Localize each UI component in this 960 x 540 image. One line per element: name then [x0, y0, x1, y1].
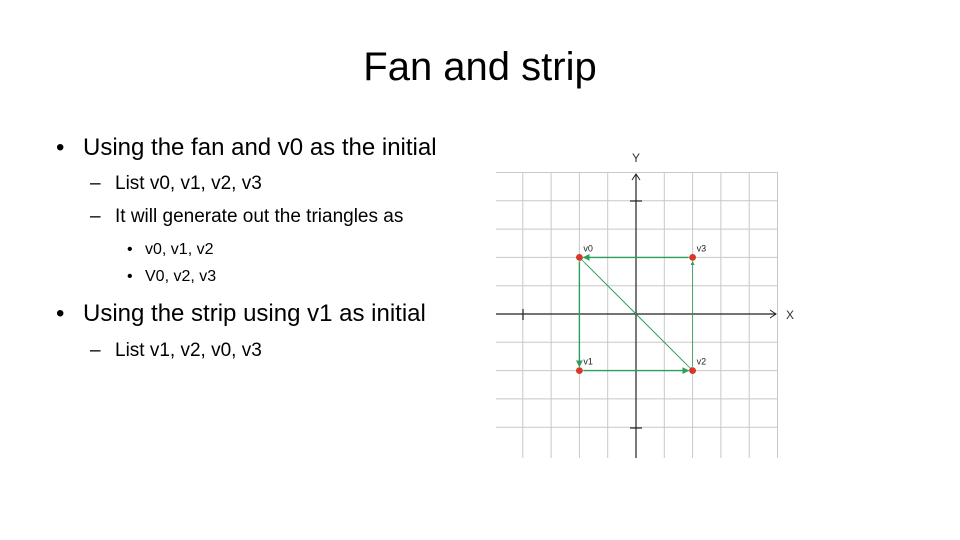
- bullet-text: Using the fan and v0 as the initial: [83, 134, 437, 161]
- vertex-label-v3: v3: [697, 243, 707, 253]
- vertex-v2: [689, 367, 696, 374]
- bullet-marker: •: [127, 268, 133, 285]
- bullet-marker: –: [90, 173, 101, 194]
- bullet-text: It will generate out the triangles as: [115, 206, 404, 227]
- diagram-canvas: X Y v0 v1 v2 v3: [496, 151, 794, 458]
- bullet-marker: •: [127, 241, 133, 258]
- vertex-v0: [576, 254, 583, 261]
- vertex-label-v1: v1: [583, 357, 593, 367]
- x-axis-label: X: [786, 308, 794, 322]
- y-axis-label: Y: [632, 151, 640, 165]
- vertex-v3: [689, 254, 696, 261]
- bullet-text: v0, v1, v2: [145, 241, 214, 258]
- slide-title: Fan and strip: [363, 45, 597, 89]
- coordinate-diagram: X Y v0 v1 v2 v3: [490, 140, 810, 460]
- bullet-text: V0, v2, v3: [145, 268, 217, 285]
- vertex-v1: [576, 367, 583, 374]
- bullet-text: List v1, v2, v0, v3: [115, 340, 262, 361]
- vertex-label-v0: v0: [583, 243, 593, 253]
- bullet-marker: •: [56, 134, 65, 161]
- bullet-text: Using the strip using v1 as initial: [83, 300, 426, 327]
- bullet-marker: •: [56, 300, 65, 327]
- bullet-text: List v0, v1, v2, v3: [115, 173, 262, 194]
- vertex-label-v2: v2: [697, 357, 707, 367]
- vertices: v0 v1 v2 v3: [576, 243, 706, 374]
- bullet-marker: –: [90, 206, 101, 227]
- edge-v0-v2: [584, 262, 694, 372]
- bullet-marker: –: [90, 340, 101, 361]
